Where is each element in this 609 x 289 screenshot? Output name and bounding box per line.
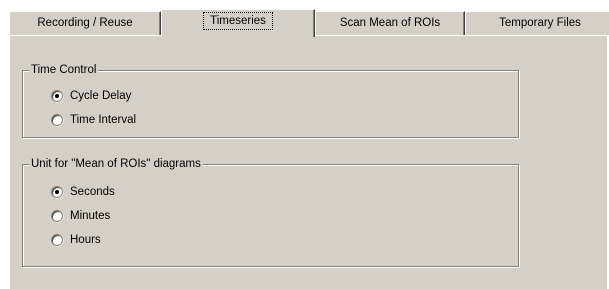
radio-label: Seconds: [70, 186, 115, 198]
radio-button-icon[interactable]: [51, 114, 63, 126]
tab-strip: Recording / Reuse Timeseries Scan Mean o…: [9, 9, 609, 37]
radio-label: Minutes: [70, 210, 111, 222]
time-control-group: Time Control Cycle Delay Time Interval: [22, 63, 519, 138]
minutes-radio[interactable]: Minutes: [51, 208, 110, 224]
radio-label: Cycle Delay: [70, 90, 132, 102]
tab-label: Scan Mean of ROIs: [339, 17, 441, 29]
mean-of-rois-unit-group: Unit for "Mean of ROIs" diagrams Seconds…: [22, 157, 519, 267]
radio-button-icon[interactable]: [51, 186, 63, 198]
settings-dialog: Recording / Reuse Timeseries Scan Mean o…: [0, 0, 609, 289]
tab-temporary-files[interactable]: Temporary Files: [465, 11, 609, 35]
tab-label: Temporary Files: [499, 17, 581, 29]
tab-label: Recording / Reuse: [37, 17, 133, 29]
cycle-delay-radio[interactable]: Cycle Delay: [51, 88, 131, 104]
radio-button-icon[interactable]: [51, 210, 63, 222]
tab-recording-reuse[interactable]: Recording / Reuse: [9, 11, 161, 35]
hours-radio[interactable]: Hours: [51, 232, 101, 248]
unit-group-title: Unit for "Mean of ROIs" diagrams: [29, 157, 203, 171]
seconds-radio[interactable]: Seconds: [51, 184, 115, 200]
tab-scan-mean-of-rois[interactable]: Scan Mean of ROIs: [315, 11, 465, 35]
radio-button-icon[interactable]: [51, 234, 63, 246]
time-interval-radio[interactable]: Time Interval: [51, 112, 136, 128]
radio-button-icon[interactable]: [51, 90, 63, 102]
radio-label: Hours: [70, 234, 101, 246]
tab-timeseries[interactable]: Timeseries: [161, 9, 315, 37]
time-control-title: Time Control: [29, 63, 99, 77]
radio-label: Time Interval: [70, 114, 137, 126]
tab-label: Timeseries: [203, 12, 273, 30]
timeseries-panel: Time Control Cycle Delay Time Interval U…: [9, 36, 607, 289]
